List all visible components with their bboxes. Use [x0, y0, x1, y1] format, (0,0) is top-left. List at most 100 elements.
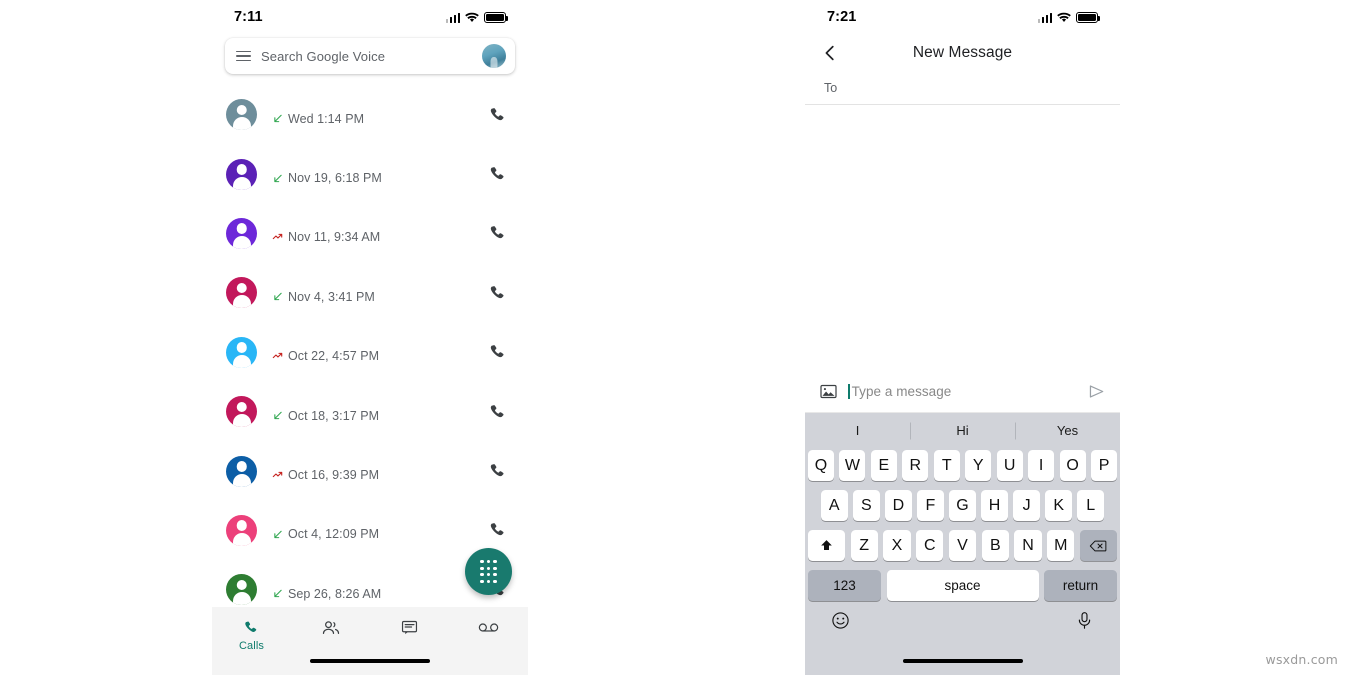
- call-back-button[interactable]: [487, 341, 509, 363]
- hamburger-menu-icon[interactable]: [236, 50, 251, 62]
- bottom-navigation: Calls: [212, 607, 528, 675]
- search-input[interactable]: Search Google Voice: [261, 49, 472, 64]
- profile-avatar[interactable]: [482, 44, 506, 68]
- call-meta: Oct 18, 3:17 PM: [272, 409, 487, 423]
- status-time: 7:11: [234, 9, 263, 25]
- key-c[interactable]: C: [916, 530, 944, 561]
- battery-icon: [484, 11, 509, 23]
- status-bar-left: 7:11: [212, 0, 528, 34]
- call-info: Oct 18, 3:17 PM: [257, 401, 487, 423]
- home-indicator: [310, 658, 430, 663]
- table-row[interactable]: Oct 18, 3:17 PM: [212, 382, 528, 441]
- key-p[interactable]: P: [1091, 450, 1118, 481]
- call-missed-icon: [272, 352, 283, 358]
- call-back-button[interactable]: [487, 519, 509, 541]
- tab-voicemail[interactable]: [449, 618, 528, 640]
- key-x[interactable]: X: [883, 530, 911, 561]
- key-k[interactable]: K: [1045, 490, 1072, 521]
- prediction-2[interactable]: Yes: [1015, 423, 1120, 438]
- key-o[interactable]: O: [1059, 450, 1086, 481]
- screenshot-canvas: 7:11 Search Google Voice Wed 1:14 PM Nov…: [0, 0, 1350, 675]
- call-back-button[interactable]: [487, 401, 509, 423]
- keyboard-row-4: 123 space return: [805, 570, 1120, 601]
- call-info: Nov 4, 3:41 PM: [257, 282, 487, 304]
- key-u[interactable]: U: [996, 450, 1023, 481]
- tab-calls-label: Calls: [239, 640, 264, 652]
- key-j[interactable]: J: [1013, 490, 1040, 521]
- table-row[interactable]: Wed 1:14 PM: [212, 85, 528, 144]
- message-input[interactable]: Type a message: [848, 384, 1077, 399]
- signal-bars-icon: [1037, 12, 1052, 23]
- key-t[interactable]: T: [933, 450, 960, 481]
- table-row[interactable]: Nov 19, 6:18 PM: [212, 144, 528, 203]
- call-back-button[interactable]: [487, 460, 509, 482]
- key-d[interactable]: D: [885, 490, 912, 521]
- key-m[interactable]: M: [1047, 530, 1075, 561]
- tab-calls[interactable]: Calls: [212, 618, 291, 652]
- call-time: Wed 1:14 PM: [288, 111, 365, 126]
- home-indicator: [902, 658, 1023, 663]
- key-z[interactable]: Z: [850, 530, 878, 561]
- microphone-icon[interactable]: [1075, 611, 1094, 630]
- key-i[interactable]: I: [1028, 450, 1055, 481]
- call-back-button[interactable]: [487, 104, 509, 126]
- table-row[interactable]: Nov 11, 9:34 AM: [212, 204, 528, 263]
- dialpad-fab-button[interactable]: [465, 548, 512, 595]
- prediction-1[interactable]: Hi: [910, 423, 1015, 438]
- to-field[interactable]: To: [805, 72, 1120, 105]
- keyboard-bottom-bar: [805, 607, 1120, 675]
- tab-messages[interactable]: [370, 618, 449, 640]
- avatar: [226, 455, 257, 487]
- key-f[interactable]: F: [917, 490, 944, 521]
- call-time: Nov 11, 9:34 AM: [288, 230, 381, 245]
- voicemail-icon: [478, 618, 499, 637]
- space-key[interactable]: space: [886, 570, 1039, 601]
- key-s[interactable]: S: [853, 490, 880, 521]
- messages-icon: [400, 618, 419, 637]
- avatar: [226, 277, 257, 309]
- watermark: wsxdn.com: [1265, 652, 1338, 667]
- key-l[interactable]: L: [1077, 490, 1105, 521]
- key-v[interactable]: V: [948, 530, 977, 561]
- table-row[interactable]: Oct 16, 9:39 PM: [212, 441, 528, 500]
- key-y[interactable]: Y: [965, 450, 992, 481]
- key-n[interactable]: N: [1014, 530, 1042, 561]
- prediction-0[interactable]: I: [805, 423, 910, 438]
- image-attach-icon[interactable]: [820, 384, 837, 399]
- shift-key[interactable]: [808, 530, 846, 561]
- key-r[interactable]: R: [902, 450, 929, 481]
- message-composer: Type a message: [805, 371, 1120, 413]
- call-back-button[interactable]: [487, 163, 509, 185]
- status-time: 7:21: [827, 9, 857, 25]
- tab-contacts[interactable]: [291, 618, 370, 640]
- key-a[interactable]: A: [820, 490, 848, 521]
- key-q[interactable]: Q: [807, 450, 834, 481]
- numbers-key[interactable]: 123: [808, 570, 881, 601]
- avatar: [226, 99, 257, 131]
- call-time: Nov 19, 6:18 PM: [288, 171, 382, 186]
- key-g[interactable]: G: [949, 490, 976, 521]
- table-row[interactable]: Oct 22, 4:57 PM: [212, 323, 528, 382]
- backspace-key[interactable]: [1079, 530, 1117, 561]
- call-back-button[interactable]: [487, 282, 509, 304]
- call-time: Sep 26, 8:26 AM: [288, 586, 382, 601]
- dialpad-icon: [480, 560, 497, 583]
- key-h[interactable]: H: [981, 490, 1008, 521]
- status-bar-right: 7:21: [805, 0, 1120, 34]
- text-caret: [848, 384, 850, 399]
- battery-icon: [1076, 11, 1101, 23]
- table-row[interactable]: Nov 4, 3:41 PM: [212, 263, 528, 322]
- call-meta: Wed 1:14 PM: [272, 112, 487, 126]
- call-received-icon: [274, 114, 282, 123]
- search-bar[interactable]: Search Google Voice: [225, 38, 515, 74]
- key-w[interactable]: W: [839, 450, 866, 481]
- key-b[interactable]: B: [981, 530, 1009, 561]
- emoji-smiley-icon[interactable]: [831, 611, 850, 630]
- call-back-button[interactable]: [487, 222, 509, 244]
- key-e[interactable]: E: [870, 450, 897, 481]
- return-key[interactable]: return: [1044, 570, 1117, 601]
- shift-arrow-icon: [821, 540, 832, 550]
- call-meta: Oct 22, 4:57 PM: [272, 349, 487, 363]
- call-info: Oct 22, 4:57 PM: [257, 341, 487, 363]
- send-icon[interactable]: [1088, 383, 1105, 400]
